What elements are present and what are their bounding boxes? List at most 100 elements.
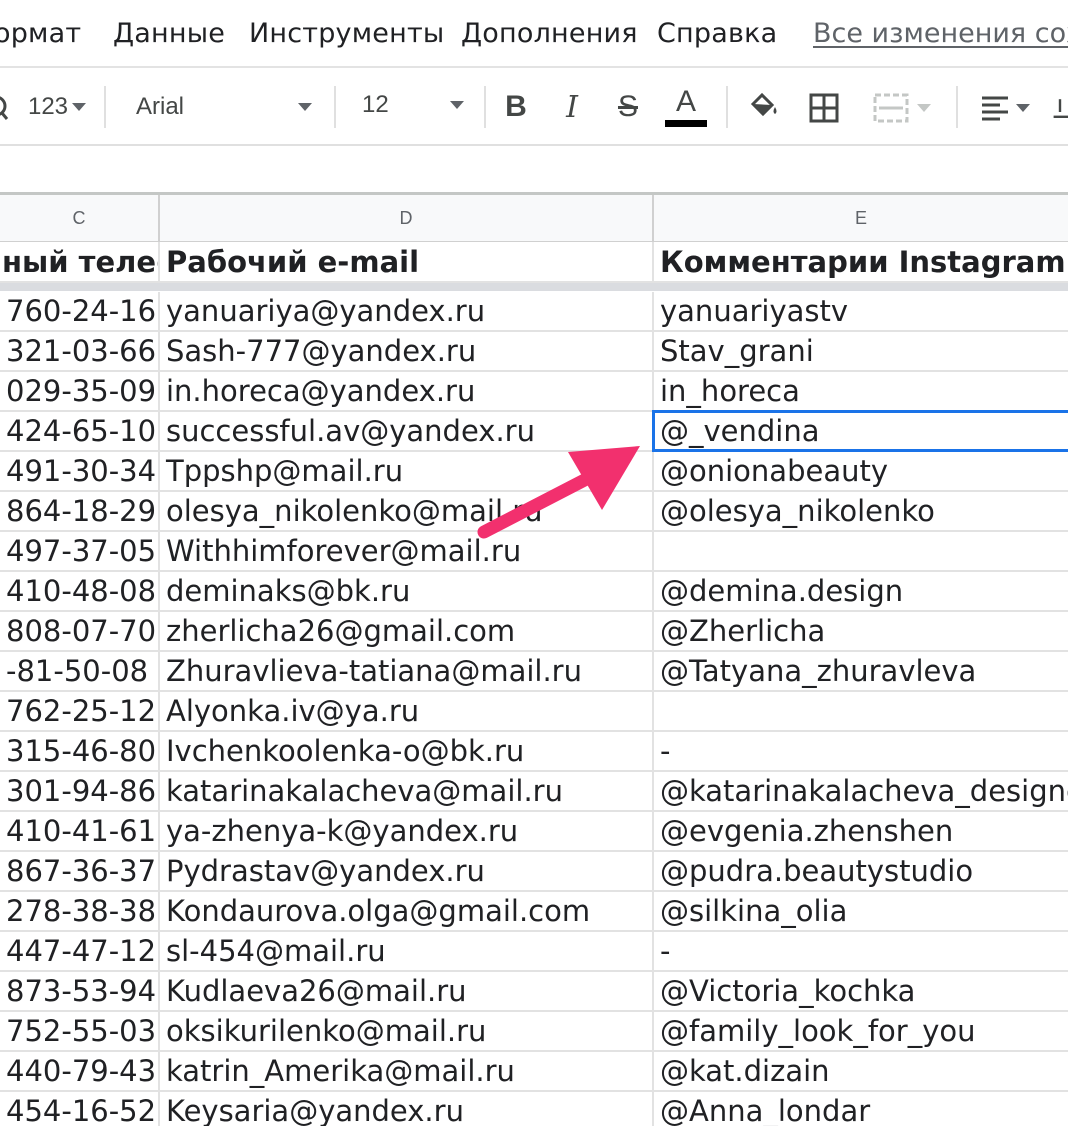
cell-instagram[interactable]: @evgenia.zhenshen [654,812,1068,852]
horizontal-align-button[interactable] [972,88,1038,128]
vertical-align-icon[interactable] [1052,88,1068,128]
toolbar-divider [334,86,336,128]
cell-phone[interactable]: 808-07-70 [0,612,160,652]
cell-instagram[interactable]: @demina.design [654,572,1068,612]
cell-email[interactable]: Sash-777@yandex.ru [160,332,654,372]
cell-email[interactable]: zherlicha26@gmail.com [160,612,654,652]
text-color-button[interactable]: A [664,80,708,132]
cell-email[interactable]: successful.av@yandex.ru [160,412,654,452]
cell-email[interactable]: olesya_nikolenko@mail.ru [160,492,654,532]
cell-email[interactable]: in.horeca@yandex.ru [160,372,654,412]
cell-phone[interactable]: 410-41-61 [0,812,160,852]
header-cell-phone[interactable]: ный телеф [0,242,160,283]
cell-phone[interactable]: 029-35-09 [0,372,160,412]
cell-phone[interactable]: 410-48-08 [0,572,160,612]
text-color-letter: A [675,84,696,118]
cell-instagram[interactable]: Stav_grani [654,332,1068,372]
cell-phone[interactable]: 454-16-52 [0,1092,160,1126]
cell-email[interactable]: katrin_Amerika@mail.ru [160,1052,654,1092]
cell-instagram[interactable]: - [654,932,1068,972]
cell-email[interactable]: sl-454@mail.ru [160,932,654,972]
column-header-e[interactable]: E [654,195,1068,242]
zoom-icon[interactable] [0,88,12,128]
cell-email[interactable]: oksikurilenko@mail.ru [160,1012,654,1052]
table-row: 867-36-37 Pydrastav@yandex.ru @pudra.beaut… [0,852,1068,892]
borders-icon[interactable] [804,88,844,128]
formula-bar[interactable] [0,146,1068,192]
cell-email[interactable]: Zhuravlieva-tatiana@mail.ru [160,652,654,692]
font-size-select[interactable]: 12 [352,86,470,124]
cell-email[interactable]: katarinakalacheva@mail.ru [160,772,654,812]
cell-instagram[interactable]: yanuariyastv [654,292,1068,332]
cell-email[interactable]: Ivchenkoolenka-o@bk.ru [160,732,654,772]
cell-instagram[interactable]: @Tatyana_zhuravleva [654,652,1068,692]
italic-button[interactable]: I [554,86,590,128]
cell-email[interactable]: Withhimforever@mail.ru [160,532,654,572]
cell-phone[interactable]: 762-25-12 [0,692,160,732]
cell-instagram[interactable]: @_vendina [654,412,1068,452]
cell-email[interactable]: yanuariya@yandex.ru [160,292,654,332]
font-family-select[interactable]: Arial [124,88,320,126]
cell-phone[interactable]: 424-65-10 [0,412,160,452]
cell-phone[interactable]: 447-47-12 [0,932,160,972]
cell-instagram[interactable]: @family_look_for_you [654,1012,1068,1052]
cell-phone[interactable]: 497-37-05 [0,532,160,572]
cell-email[interactable]: Kondaurova.olga@gmail.com [160,892,654,932]
cell-instagram[interactable]: @onionabeauty [654,452,1068,492]
cell-phone[interactable]: 864-18-29 [0,492,160,532]
table-row: 301-94-86 katarinakalacheva@mail.ru @katar… [0,772,1068,812]
cell-instagram[interactable]: @olesya_nikolenko [654,492,1068,532]
merge-cells-button[interactable] [864,88,940,128]
cell-email[interactable]: Kudlaeva26@mail.ru [160,972,654,1012]
frozen-row-divider[interactable] [0,283,1068,291]
cell-instagram[interactable]: @pudra.beautystudio [654,852,1068,892]
table-row: 491-30-34 Tppshp@mail.ru @onionabeauty [0,452,1068,492]
header-cell-email[interactable]: Рабочий e-mail [160,242,654,283]
number-format-button[interactable]: 123 [24,88,90,126]
strikethrough-button[interactable]: S [610,86,646,128]
cell-instagram[interactable] [654,532,1068,572]
bold-button[interactable]: B [498,86,534,128]
menu-data[interactable]: Данные [113,18,225,49]
menu-tools[interactable]: Инструменты [249,18,444,49]
cell-phone[interactable]: 440-79-43 [0,1052,160,1092]
cell-instagram[interactable] [654,692,1068,732]
save-status-link[interactable]: Все изменения сохр [813,18,1068,49]
table-row: 410-48-08 deminaks@bk.ru @demina.design [0,572,1068,612]
cell-phone[interactable]: -81-50-08 [0,652,160,692]
menu-help[interactable]: Справка [657,18,777,49]
cell-email[interactable]: Alyonka.iv@ya.ru [160,692,654,732]
menu-addons[interactable]: Дополнения [461,18,638,49]
column-header-d[interactable]: D [160,195,654,242]
column-header-c[interactable]: C [0,195,160,242]
cell-instagram[interactable]: @silkina_olia [654,892,1068,932]
cell-email[interactable]: ya-zhenya-k@yandex.ru [160,812,654,852]
cell-phone[interactable]: 867-36-37 [0,852,160,892]
cell-phone[interactable]: 760-24-16 [0,292,160,332]
cell-phone[interactable]: 752-55-03 [0,1012,160,1052]
toolbar: 123 Arial 12 B I S A [0,68,1068,146]
cell-email[interactable]: Tppshp@mail.ru [160,452,654,492]
cell-phone[interactable]: 315-46-80 [0,732,160,772]
cell-instagram[interactable]: @kat.dizain [654,1052,1068,1092]
cell-instagram[interactable]: @Zherlicha [654,612,1068,652]
cell-instagram[interactable]: @katarinakalacheva_designe [654,772,1068,812]
cell-email[interactable]: deminaks@bk.ru [160,572,654,612]
cell-email[interactable]: Pydrastav@yandex.ru [160,852,654,892]
header-cell-instagram[interactable]: Комментарии Instagram [654,242,1068,283]
cell-phone[interactable]: 278-38-38 [0,892,160,932]
cell-instagram[interactable]: @Anna_londar [654,1092,1068,1126]
table-row: 454-16-52 Keysaria@yandex.ru @Anna_londar [0,1092,1068,1126]
cell-instagram[interactable]: in_horeca [654,372,1068,412]
table-row: 278-38-38 Kondaurova.olga@gmail.com @silki… [0,892,1068,932]
menu-bar: ормат Данные Инструменты Дополнения Спра… [0,0,1068,68]
cell-phone[interactable]: 321-03-66 [0,332,160,372]
fill-color-icon[interactable] [744,86,784,126]
cell-instagram[interactable]: - [654,732,1068,772]
cell-email[interactable]: Keysaria@yandex.ru [160,1092,654,1126]
cell-phone[interactable]: 301-94-86 [0,772,160,812]
cell-instagram[interactable]: @Victoria_kochka [654,972,1068,1012]
cell-phone[interactable]: 873-53-94 [0,972,160,1012]
cell-phone[interactable]: 491-30-34 [0,452,160,492]
menu-format[interactable]: ормат [0,18,81,49]
